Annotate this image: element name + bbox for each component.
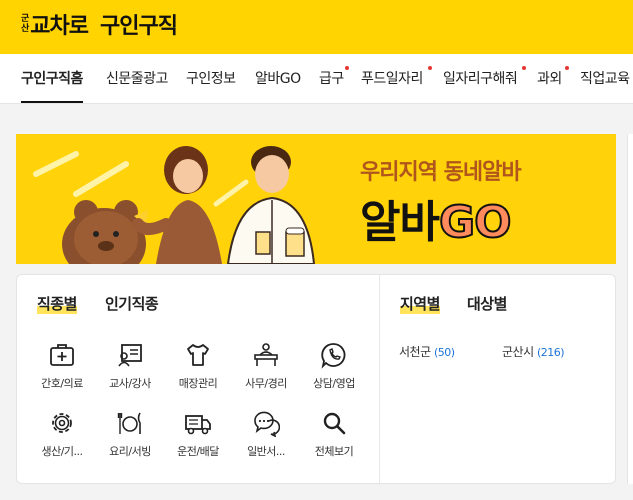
shirt-icon bbox=[187, 344, 209, 366]
side-panel-edge bbox=[627, 134, 633, 484]
logo-brand: 교차로 bbox=[30, 14, 89, 39]
new-dot-food bbox=[428, 66, 432, 70]
card-divider bbox=[379, 275, 380, 485]
category-driving-delivery[interactable]: 운전/배달 bbox=[166, 409, 230, 459]
nav-item-job-info[interactable]: 구인정보 bbox=[186, 54, 236, 103]
top-header: 군 산 교차로 구인구직 bbox=[0, 0, 633, 54]
category-store-management[interactable]: 매장관리 bbox=[166, 341, 230, 391]
teacher-board-icon bbox=[118, 344, 142, 367]
tab-by-target[interactable]: 대상별 bbox=[467, 293, 507, 314]
category-label: 생산/기... bbox=[41, 445, 83, 458]
tab-by-job-type[interactable]: 직종별 bbox=[37, 293, 77, 314]
new-dot-urgent bbox=[345, 66, 349, 70]
region-item-seocheon[interactable]: 서천군 (50) bbox=[399, 343, 455, 360]
category-view-all[interactable]: 전체보기 bbox=[302, 409, 366, 459]
nav-item-albago[interactable]: 알바GO bbox=[255, 54, 301, 103]
chat-bubbles-icon bbox=[254, 411, 280, 437]
banner-brand-alba: 알바 bbox=[360, 197, 440, 248]
banner-brand-go: GO bbox=[438, 196, 513, 249]
region-item-gunsan[interactable]: 군산시 (216) bbox=[502, 343, 565, 360]
category-teacher[interactable]: 교사/강사 bbox=[98, 341, 162, 391]
category-label: 상담/영업 bbox=[313, 377, 355, 390]
region-name: 서천군 bbox=[399, 345, 431, 359]
fork-knife-icon bbox=[117, 412, 141, 434]
category-label: 운전/배달 bbox=[177, 445, 219, 458]
gear-icon bbox=[52, 413, 72, 433]
category-nursing-medical[interactable]: 간호/의료 bbox=[30, 341, 94, 391]
category-cooking-serving[interactable]: 요리/서빙 bbox=[98, 409, 162, 459]
category-label: 사무/경리 bbox=[245, 377, 287, 390]
category-general-service[interactable]: 일반서... bbox=[234, 409, 298, 459]
job-category-card: 직종별 인기직종 간호/의료 교사/강사 매장관리 사무/경리 상담/영업 생산… bbox=[16, 274, 616, 485]
nav-item-food-jobs[interactable]: 푸드일자리 bbox=[361, 54, 423, 103]
truck-icon bbox=[185, 415, 211, 435]
nav-item-home[interactable]: 구인구직홈 bbox=[21, 54, 83, 103]
first-aid-kit-icon bbox=[50, 344, 74, 366]
category-label: 일반서... bbox=[247, 445, 285, 458]
main-nav: 구인구직홈 신문줄광고 구인정보 알바GO 급구 푸드일자리 일자리구해줘 과외… bbox=[0, 54, 633, 104]
promo-banner[interactable]: 우리지역 동네알바 알바GO bbox=[16, 134, 616, 264]
office-desk-icon bbox=[254, 343, 278, 366]
category-production[interactable]: 생산/기... bbox=[30, 409, 94, 459]
phone-bubble-icon bbox=[321, 343, 346, 369]
region-count: (50) bbox=[433, 346, 455, 359]
banner-brand: 알바GO bbox=[360, 186, 513, 250]
page-title[interactable]: 구인구직 bbox=[100, 8, 178, 40]
category-label: 전체보기 bbox=[314, 445, 354, 458]
logo-region: 군 산 bbox=[21, 14, 29, 34]
banner-headline: 우리지역 동네알바 bbox=[360, 160, 522, 185]
category-label: 교사/강사 bbox=[109, 377, 151, 390]
nav-item-newspaper-ads[interactable]: 신문줄광고 bbox=[106, 54, 168, 103]
category-office[interactable]: 사무/경리 bbox=[234, 341, 298, 391]
logo-region-bottom: 산 bbox=[21, 24, 30, 34]
region-name: 군산시 bbox=[502, 345, 534, 359]
tab-by-region[interactable]: 지역별 bbox=[400, 293, 440, 314]
logo-region-top: 군 bbox=[21, 14, 30, 24]
category-label: 매장관리 bbox=[178, 377, 218, 390]
tab-popular-jobs[interactable]: 인기직종 bbox=[105, 293, 159, 314]
site-logo[interactable]: 군 산 교차로 구인구직 bbox=[21, 8, 178, 40]
nav-item-job-training[interactable]: 직업교육 bbox=[580, 54, 630, 103]
region-count: (216) bbox=[536, 346, 565, 359]
banner-illustration bbox=[33, 146, 316, 264]
new-dot-tutoring bbox=[565, 66, 569, 70]
search-icon bbox=[323, 412, 346, 435]
nav-item-urgent[interactable]: 급구 bbox=[319, 54, 344, 103]
category-consulting-sales[interactable]: 상담/영업 bbox=[302, 341, 366, 391]
nav-item-tutoring[interactable]: 과외 bbox=[537, 54, 562, 103]
new-dot-find-job bbox=[522, 66, 526, 70]
category-label: 요리/서빙 bbox=[109, 445, 151, 458]
category-label: 간호/의료 bbox=[41, 377, 83, 390]
nav-item-find-job[interactable]: 일자리구해줘 bbox=[443, 54, 518, 103]
